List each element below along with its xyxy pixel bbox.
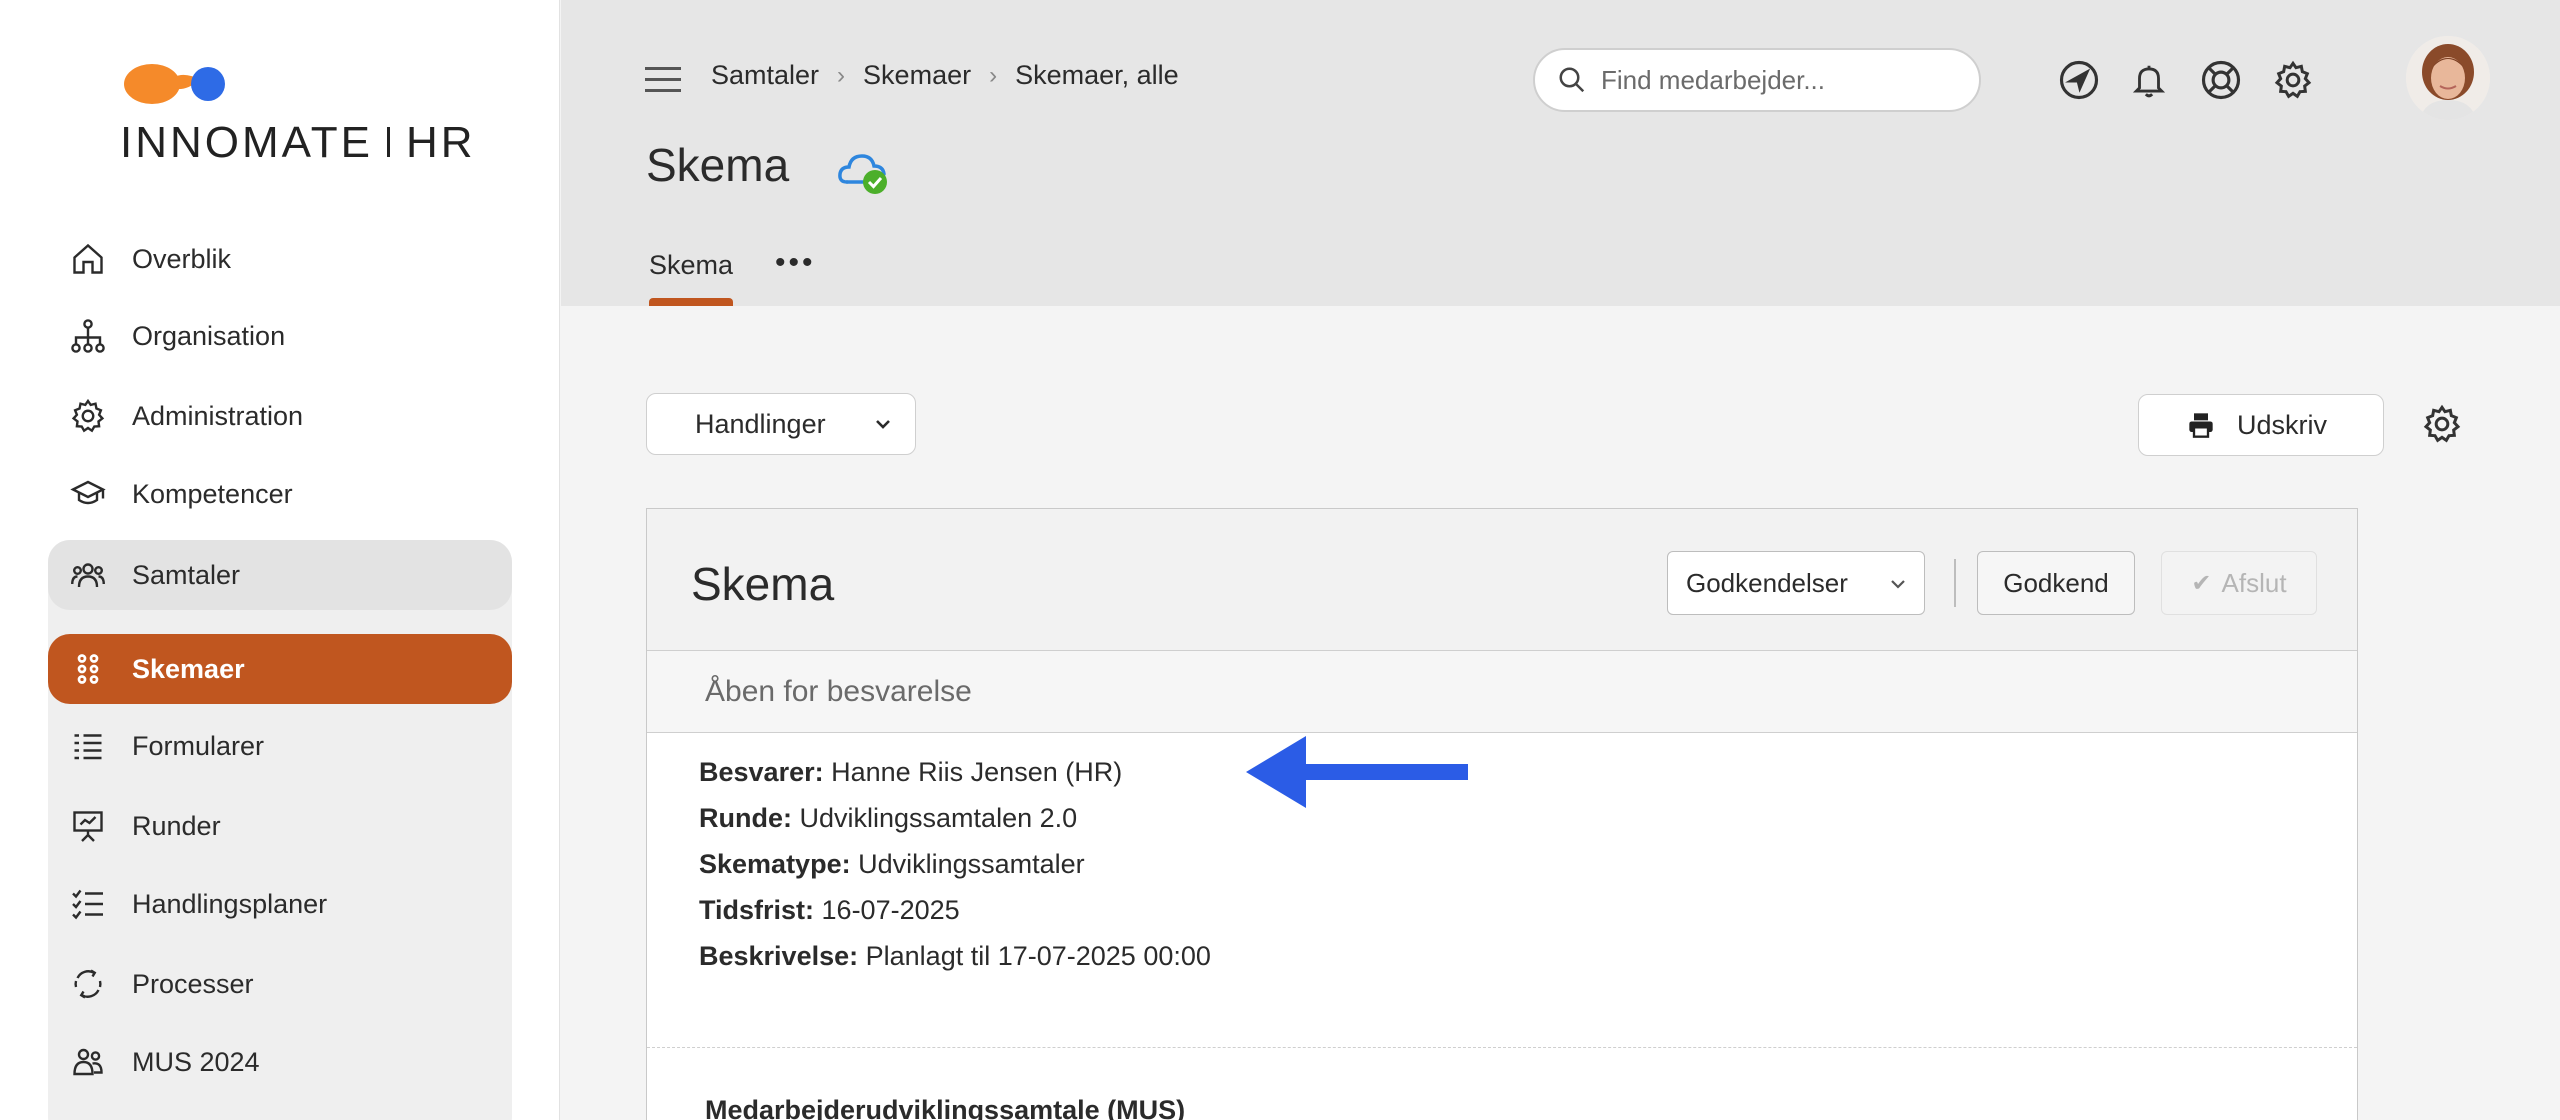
card-header: Skema Godkendelser Godkend ✔ Afslut — [647, 509, 2357, 651]
card-title: Skema — [691, 558, 835, 610]
chevron-down-icon — [1891, 580, 1905, 589]
section-title: Medarbejderudviklingssamtale (MUS) — [705, 1095, 1186, 1120]
approvals-dropdown[interactable]: Godkendelser — [1667, 551, 1925, 615]
breadcrumb-skemaer-alle: Skemaer, alle — [1015, 60, 1179, 90]
print-label: Udskriv — [2237, 409, 2328, 440]
actions-dropdown-button[interactable]: Handlinger — [646, 393, 916, 455]
sidebar-item-label: Organisation — [132, 320, 286, 351]
sidebar-item-formularer[interactable]: Formularer — [48, 711, 512, 781]
user-avatar[interactable] — [2406, 36, 2490, 120]
more-tabs-icon[interactable]: ••• — [775, 246, 816, 280]
status-row: Åben for besvarelse — [647, 651, 2357, 733]
gear-icon — [68, 396, 108, 436]
grid-dots-icon — [68, 649, 108, 689]
cloud-synced-icon — [838, 154, 887, 194]
sidebar-item-label: Formularer — [132, 730, 265, 761]
detail-value: Hanne Riis Jensen (HR) — [831, 757, 1123, 787]
sidebar-item-label: Overblik — [132, 243, 232, 274]
approve-button[interactable]: Godkend — [1977, 551, 2135, 615]
bell-icon[interactable] — [2127, 58, 2171, 102]
page-title: Skema — [646, 139, 790, 191]
home-icon — [68, 239, 108, 279]
people-icon — [68, 1042, 108, 1082]
search-employee-field[interactable] — [1533, 48, 1981, 112]
search-input[interactable] — [1601, 64, 1941, 96]
detail-value: 16-07-2025 — [821, 895, 960, 925]
breadcrumb: Samtaler › Skemaer › Skemaer, alle — [711, 60, 1179, 91]
detail-row-type: Skematype: Udviklingssamtaler — [699, 841, 1211, 887]
chevron-right-icon: › — [837, 61, 846, 89]
detail-key: Runde: — [699, 803, 792, 833]
detail-value: Udviklingssamtaler — [858, 849, 1085, 879]
list-icon — [68, 726, 108, 766]
tab-skema[interactable]: Skema — [649, 250, 733, 281]
detail-row-description: Beskrivelse: Planlagt til 17-07-2025 00:… — [699, 933, 1211, 979]
printer-icon — [2189, 413, 2213, 438]
sidebar-item-skemaer[interactable]: Skemaer — [48, 634, 512, 704]
section-divider — [647, 1047, 2357, 1048]
people-icon — [68, 555, 108, 595]
breadcrumb-samtaler[interactable]: Samtaler — [711, 60, 819, 91]
graduation-cap-icon — [68, 474, 108, 514]
cycle-icon — [68, 964, 108, 1004]
detail-value: Udviklingssamtalen 2.0 — [799, 803, 1078, 833]
schema-card: Skema Godkendelser Godkend ✔ Afslut Åben… — [646, 508, 2358, 1120]
sidebar-item-samtaler[interactable]: Samtaler — [48, 540, 512, 610]
sidebar-item-administration[interactable]: Administration — [48, 381, 512, 451]
org-chart-icon — [68, 316, 108, 356]
sidebar-item-label: Kompetencer — [132, 478, 293, 509]
detail-row-round: Runde: Udviklingssamtalen 2.0 — [699, 795, 1211, 841]
detail-row-respondent: Besvarer: Hanne Riis Jensen (HR) — [699, 749, 1211, 795]
detail-key: Skematype: — [699, 849, 851, 879]
sidebar-item-label: MUS 2024 — [132, 1046, 260, 1077]
sidebar-item-kompetencer[interactable]: Kompetencer — [48, 459, 512, 529]
sidebar-item-runder[interactable]: Runder — [48, 791, 512, 861]
close-form-label: Afslut — [2221, 567, 2287, 598]
settings-gear-icon[interactable] — [2271, 58, 2315, 102]
sidebar-item-label: Samtaler — [132, 559, 241, 590]
annotation-arrow-left-icon — [1246, 736, 1468, 808]
schema-details: Besvarer: Hanne Riis Jensen (HR) Runde: … — [699, 749, 1211, 979]
hamburger-menu-icon[interactable] — [645, 66, 681, 94]
actions-label: Handlinger — [695, 408, 826, 439]
logo-mark-icon — [124, 64, 225, 104]
chevron-right-icon: › — [989, 61, 998, 89]
logo-text: INNOMATE HR — [120, 118, 476, 167]
detail-value: Planlagt til 17-07-2025 00:00 — [865, 941, 1211, 971]
breadcrumb-skemaer[interactable]: Skemaer — [863, 60, 971, 91]
sidebar-item-label: Administration — [132, 400, 304, 431]
lifebuoy-help-icon[interactable] — [2199, 58, 2243, 102]
detail-key: Besvarer: — [699, 757, 824, 787]
sidebar-item-handlingsplaner[interactable]: Handlingsplaner — [48, 869, 512, 939]
divider — [1954, 559, 1956, 607]
close-form-button[interactable]: ✔ Afslut — [2161, 551, 2317, 615]
print-button[interactable]: Udskriv — [2138, 394, 2384, 456]
checklist-icon — [68, 884, 108, 924]
chevron-down-icon — [876, 420, 890, 429]
checkmark-icon: ✔ — [2191, 569, 2212, 597]
detail-row-deadline: Tidsfrist: 16-07-2025 — [699, 887, 1211, 933]
sidebar: INNOMATE HR Overblik Organisation Adminis… — [0, 0, 560, 1120]
sidebar-item-processer[interactable]: Processer — [48, 949, 512, 1019]
sidebar-item-organisation[interactable]: Organisation — [48, 301, 512, 371]
detail-key: Beskrivelse: — [699, 941, 859, 971]
detail-key: Tidsfrist: — [699, 895, 815, 925]
sidebar-item-overblik[interactable]: Overblik — [48, 224, 512, 294]
sidebar-item-label: Runder — [132, 810, 221, 841]
search-icon — [1559, 67, 1585, 93]
navigation-icon[interactable] — [2057, 58, 2101, 102]
page-settings-gear-icon[interactable] — [2422, 404, 2462, 444]
sidebar-item-label: Skemaer — [132, 653, 245, 684]
approvals-label: Godkendelser — [1686, 567, 1848, 598]
sidebar-item-label: Handlingsplaner — [132, 888, 328, 919]
innomate-hr-logo[interactable]: INNOMATE HR — [120, 60, 473, 170]
presentation-icon — [68, 806, 108, 846]
page-header: Samtaler › Skemaer › Skemaer, alle Skema… — [561, 0, 2560, 306]
status-text: Åben for besvarelse — [705, 675, 972, 708]
sidebar-item-mus-2024[interactable]: MUS 2024 — [48, 1027, 512, 1097]
sidebar-item-label: Processer — [132, 968, 254, 999]
active-tab-indicator — [649, 298, 733, 306]
